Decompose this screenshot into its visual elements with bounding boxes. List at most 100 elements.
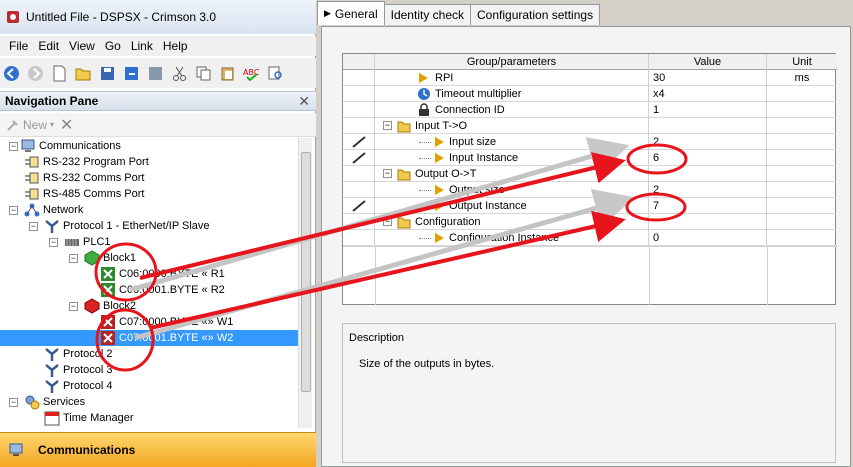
grid-row[interactable]: Output size 2 — [343, 182, 837, 198]
tree-label: Protocol 2 — [63, 348, 113, 360]
menu-view[interactable]: View — [64, 39, 100, 53]
close-icon[interactable]: ✕ — [298, 93, 310, 110]
menu-link[interactable]: Link — [126, 39, 158, 53]
grid-row[interactable]: Input size 2 — [343, 134, 837, 150]
computer-icon — [8, 442, 24, 458]
tree-item-c07-0000[interactable]: C07:0000.BYTE «» W1 — [100, 314, 233, 330]
block-red-icon — [84, 298, 100, 314]
svg-text:ABC: ABC — [243, 68, 260, 77]
tree-item-protocol-3[interactable]: Protocol 3 — [44, 362, 113, 378]
scrollbar-thumb[interactable] — [301, 152, 311, 392]
menu-go[interactable]: Go — [100, 39, 126, 53]
excel-red-icon — [100, 330, 116, 346]
row-value-cell[interactable]: 30 — [649, 70, 767, 86]
collapse-toggle[interactable]: − — [383, 217, 392, 226]
tree-scrollbar[interactable] — [298, 138, 312, 428]
collapse-toggle[interactable]: − — [9, 206, 18, 215]
spell-check-icon[interactable]: ABC — [242, 64, 261, 83]
grid-row[interactable]: − Configuration — [343, 214, 837, 230]
row-parameter-label: Input size — [449, 136, 497, 148]
tree-item-protocol-2[interactable]: Protocol 2 — [44, 346, 113, 362]
collapse-toggle[interactable]: − — [29, 222, 38, 231]
row-value-cell[interactable]: x4 — [649, 86, 767, 102]
collapse-toggle[interactable]: − — [9, 398, 18, 407]
back-icon[interactable] — [2, 64, 21, 83]
grid-row[interactable]: − Input T->O — [343, 118, 837, 134]
tree-item-time-manager[interactable]: Time Manager — [44, 410, 134, 426]
collapse-toggle[interactable]: − — [383, 169, 392, 178]
excel-red-icon — [100, 314, 116, 330]
tree-item-c07-0001[interactable]: C07:0001.BYTE «» W2 — [0, 330, 298, 346]
app-icon — [6, 10, 20, 24]
tree-item-plc1[interactable]: PLC1 — [64, 234, 111, 250]
row-parameter-label: Input T->O — [415, 120, 468, 132]
redo-icon[interactable] — [146, 64, 165, 83]
undo-icon[interactable] — [122, 64, 141, 83]
row-parameter-label: Connection ID — [435, 104, 505, 116]
tree-item-c06-0001[interactable]: C06:0001.BYTE « R2 — [100, 282, 225, 298]
forward-icon[interactable] — [26, 64, 45, 83]
tree-label: RS-485 Comms Port — [43, 188, 145, 200]
row-value-cell[interactable]: 0 — [649, 230, 767, 246]
tree-item-rs485-comms-port[interactable]: RS-485 Comms Port — [24, 186, 144, 202]
folder-icon — [397, 121, 411, 133]
collapse-toggle[interactable]: − — [69, 254, 78, 263]
paste-icon[interactable] — [218, 64, 237, 83]
grid-row[interactable]: Timeout multiplier x4 — [343, 86, 837, 102]
find-icon[interactable] — [266, 64, 285, 83]
save-icon[interactable] — [98, 64, 117, 83]
row-value-cell[interactable]: 6 — [649, 150, 767, 166]
communications-section-button[interactable]: Communications — [0, 432, 316, 467]
delete-icon[interactable]: ✕ — [60, 115, 73, 135]
row-value-cell[interactable] — [649, 166, 767, 182]
row-parameter-label: Output Instance — [449, 200, 527, 212]
row-value-cell[interactable]: 1 — [649, 102, 767, 118]
menu-edit[interactable]: Edit — [33, 39, 64, 53]
new-item-button[interactable]: New ▾ — [6, 118, 54, 132]
row-parameter-label: Configuration — [415, 216, 481, 228]
tree-item-services[interactable]: Services — [24, 394, 85, 410]
cut-icon[interactable] — [170, 64, 189, 83]
tree-item-block1[interactable]: Block1 — [84, 250, 136, 266]
tab-identity-check[interactable]: Identity check — [383, 4, 471, 25]
tree-label: Communications — [39, 140, 121, 152]
tab-configuration-settings[interactable]: Configuration settings — [470, 4, 601, 25]
copy-icon[interactable] — [194, 64, 213, 83]
collapse-toggle[interactable]: − — [383, 121, 392, 130]
grid-row[interactable]: Output Instance 7 — [343, 198, 837, 214]
row-unit-cell — [767, 102, 837, 118]
grid-row[interactable]: Input Instance 6 — [343, 150, 837, 166]
tree-item-rs232-comms-port[interactable]: RS-232 Comms Port — [24, 170, 144, 186]
open-folder-icon[interactable] — [74, 64, 93, 83]
collapse-toggle[interactable]: − — [49, 238, 58, 247]
tree-item-rs232-program-port[interactable]: RS-232 Program Port — [24, 154, 149, 170]
new-file-icon[interactable] — [50, 64, 69, 83]
row-value-cell[interactable]: 7 — [649, 198, 767, 214]
row-parameter-label: Input Instance — [449, 152, 519, 164]
row-value-cell[interactable]: 2 — [649, 182, 767, 198]
row-value-cell[interactable]: 2 — [649, 134, 767, 150]
excel-green-icon — [100, 266, 116, 282]
tree-item-c06-0000[interactable]: C06:0000.BYTE « R1 — [100, 266, 225, 282]
row-parameter-cell: Input Instance — [375, 150, 649, 166]
tree-label: Protocol 4 — [63, 380, 113, 392]
collapse-toggle[interactable]: − — [69, 302, 78, 311]
grid-row[interactable]: Connection ID 1 — [343, 102, 837, 118]
tab-general[interactable]: ▶ General — [317, 1, 385, 25]
tree-item-block2[interactable]: Block2 — [84, 298, 136, 314]
calendar-icon — [44, 410, 60, 426]
menu-file[interactable]: File — [4, 39, 33, 53]
grid-row[interactable]: RPI 30 ms — [343, 70, 837, 86]
grid-row[interactable]: Configuration Instance 0 — [343, 230, 837, 246]
tree-item-network[interactable]: Network — [24, 202, 83, 218]
tree-item-protocol-4[interactable]: Protocol 4 — [44, 378, 113, 394]
menu-help[interactable]: Help — [158, 39, 193, 53]
tree-item-communications[interactable]: Communications — [4, 138, 121, 154]
row-value-cell[interactable] — [649, 214, 767, 230]
grid-row[interactable]: − Output O->T — [343, 166, 837, 182]
row-value-cell[interactable] — [649, 118, 767, 134]
row-unit-cell — [767, 86, 837, 102]
row-parameter-label: Output O->T — [415, 168, 477, 180]
tree-item-protocol-1[interactable]: Protocol 1 - EtherNet/IP Slave — [44, 218, 210, 234]
row-parameter-cell: Output Instance — [375, 198, 649, 214]
